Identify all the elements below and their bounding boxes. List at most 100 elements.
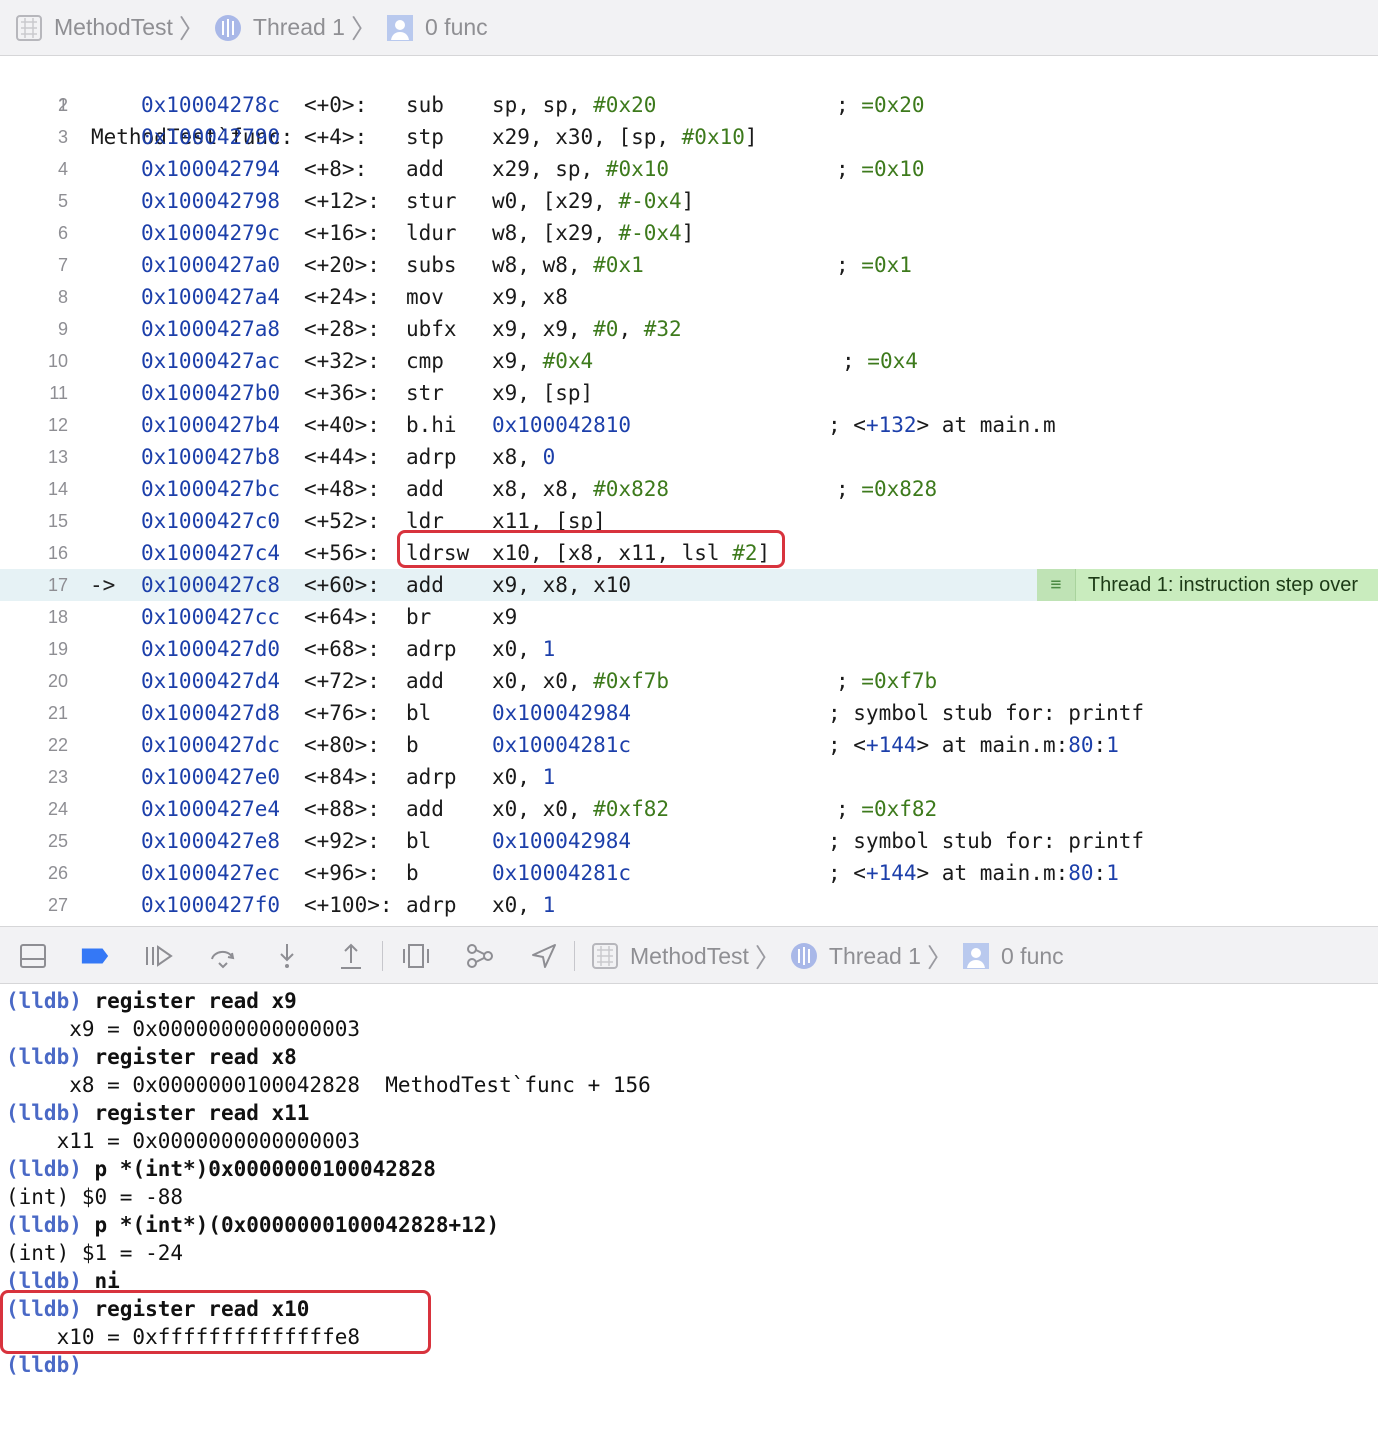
debug-breadcrumb-frame[interactable]: 0 func: [961, 941, 1064, 971]
disasm-row[interactable]: 9 0x1000427a8 <+28>: ubfx x9, x9, #0, #32: [0, 313, 1378, 345]
breadcrumb-project[interactable]: MethodTest: [14, 13, 173, 43]
operand-token: x8, x8,: [492, 477, 594, 501]
list-icon[interactable]: ≡: [1036, 569, 1076, 601]
chevron-right-icon: 〉: [178, 15, 205, 45]
disasm-row[interactable]: 26 0x1000427ec <+96>: b 0x10004281c ; <+144> …: [0, 857, 1378, 889]
disasm-row[interactable]: 11 0x1000427b0 <+36>: str x9, [sp]: [0, 377, 1378, 409]
simulate-location-icon[interactable]: [529, 941, 559, 971]
instruction-offset: <+68>:: [304, 637, 380, 661]
disasm-row-current[interactable]: 17 -> 0x1000427c8 <+60>: add x9, x8, x10 ≡ Thre…: [0, 569, 1378, 601]
disasm-row[interactable]: 8 0x1000427a4 <+24>: mov x9, x8: [0, 281, 1378, 313]
instruction-offset: <+12>:: [304, 189, 380, 213]
disasm-row[interactable]: 10 0x1000427ac <+32>: cmp x9, #0x4; =0x4: [0, 345, 1378, 377]
line-number: 26: [47, 863, 68, 883]
comment-token: > at main.m:: [916, 861, 1069, 885]
instruction-comment: ; =0x4: [842, 345, 918, 377]
comment-token: 1: [1106, 861, 1119, 885]
operand-token: x8,: [492, 445, 543, 469]
thread-icon: [213, 13, 243, 43]
operand-token: #0x10: [605, 157, 670, 181]
operand-token: x9: [492, 605, 518, 629]
disasm-row[interactable]: 22 0x1000427dc <+80>: b 0x10004281c ; <+144> …: [0, 729, 1378, 761]
instruction-address: 0x10004279c: [141, 221, 281, 245]
disasm-row[interactable]: 13 0x1000427b8 <+44>: adrp x8, 0: [0, 441, 1378, 473]
instruction-address: 0x1000427d4: [141, 669, 281, 693]
instruction-operands: 0x10004281c: [492, 729, 631, 761]
lldb-prompt: (lldb): [6, 1353, 82, 1377]
instruction-mnemonic: add: [406, 797, 444, 821]
disasm-row[interactable]: 4 0x100042794 <+8>: add x29, sp, #0x10; =0x1…: [0, 153, 1378, 185]
lldb-prompt: (lldb): [6, 1213, 82, 1237]
step-into-icon[interactable]: [272, 941, 302, 971]
line-number: 2: [57, 95, 68, 115]
disasm-row[interactable]: 3 0x100042790 <+4>: stp x29, x30, [sp, #0x10…: [0, 121, 1378, 153]
breadcrumb-thread[interactable]: Thread 1: [213, 13, 345, 43]
line-number: 23: [47, 767, 68, 787]
instruction-operands: w8, [x29, #-0x4]: [492, 217, 694, 249]
instruction-operands: x29, x30, [sp, #0x10]: [492, 121, 758, 153]
disasm-row[interactable]: 7 0x1000427a0 <+20>: subs w8, w8, #0x1; =0x1: [0, 249, 1378, 281]
disasm-row[interactable]: 18 0x1000427cc <+64>: br x9: [0, 601, 1378, 633]
instruction-address: 0x1000427dc: [141, 733, 281, 757]
instruction-mnemonic: ubfx: [406, 317, 457, 341]
step-out-icon[interactable]: [336, 941, 366, 971]
breadcrumb-frame[interactable]: 0 func: [385, 13, 488, 43]
disasm-row[interactable]: 27 0x1000427f0 <+100>: adrp x0, 1: [0, 889, 1378, 921]
instruction-mnemonic: b: [406, 861, 419, 885]
line-number: 6: [57, 223, 68, 243]
operand-token: x0, x0,: [492, 669, 594, 693]
comment-token: ;: [836, 253, 862, 277]
disasm-row[interactable]: 14 0x1000427bc <+48>: add x8, x8, #0x828; =0…: [0, 473, 1378, 505]
lldb-output: x8 = 0x0000000100042828 MethodTest`func …: [6, 1073, 651, 1097]
breakpoints-toggle-icon[interactable]: [80, 941, 110, 971]
line-number: 21: [47, 703, 68, 723]
disasm-row[interactable]: 25 0x1000427e8 <+92>: bl 0x100042984 ; symbol…: [0, 825, 1378, 857]
disasm-row[interactable]: 24 0x1000427e4 <+88>: add x0, x0, #0xf82; =0…: [0, 793, 1378, 825]
continue-icon[interactable]: [144, 941, 174, 971]
instruction-offset: <+28>:: [304, 317, 380, 341]
instruction-address: 0x1000427c8: [141, 573, 281, 597]
line-number: 14: [47, 479, 68, 499]
thread-stop-badge[interactable]: ≡ Thread 1: instruction step over: [1036, 569, 1378, 601]
disasm-row[interactable]: 5 0x100042798 <+12>: stur w0, [x29, #-0x4]: [0, 185, 1378, 217]
instruction-mnemonic: br: [406, 605, 432, 629]
hide-debug-area-icon[interactable]: [18, 941, 48, 971]
instruction-offset: <+76>:: [304, 701, 380, 725]
console-command-line: (lldb) register read x9: [6, 987, 297, 1015]
lldb-prompt: (lldb): [6, 1101, 82, 1125]
disasm-row[interactable]: 2 0x10004278c <+0>: sub sp, sp, #0x20; =0x20: [0, 89, 1378, 121]
comment-token: :: [1093, 861, 1107, 885]
instruction-address: 0x100042790: [141, 125, 281, 149]
step-over-icon[interactable]: [208, 941, 238, 971]
instruction-mnemonic: adrp: [406, 893, 457, 917]
debug-breadcrumb-project[interactable]: MethodTest: [590, 941, 749, 971]
operand-token: x29, sp,: [492, 157, 606, 181]
disasm-row[interactable]: 6 0x10004279c <+16>: ldur w8, [x29, #-0x4]: [0, 217, 1378, 249]
memory-graph-icon[interactable]: [465, 941, 495, 971]
disasm-row[interactable]: 23 0x1000427e0 <+84>: adrp x0, 1: [0, 761, 1378, 793]
line-number: 13: [47, 447, 68, 467]
comment-token: =0xf7b: [861, 669, 938, 693]
instruction-operands: 0x100042810: [492, 409, 631, 441]
disasm-row[interactable]: 20 0x1000427d4 <+72>: add x0, x0, #0xf7b; =0…: [0, 665, 1378, 697]
view-hierarchy-icon[interactable]: [401, 941, 431, 971]
lldb-console[interactable]: (lldb) register read x9 x9 = 0x000000000…: [0, 985, 1378, 1438]
operand-token: 0: [542, 445, 556, 469]
instruction-offset: <+84>:: [304, 765, 380, 789]
disasm-row[interactable]: 21 0x1000427d8 <+76>: bl 0x100042984 ; symbol…: [0, 697, 1378, 729]
operand-token: #32: [643, 317, 682, 341]
instruction-mnemonic: add: [406, 477, 444, 501]
instruction-offset: <+96>:: [304, 861, 380, 885]
instruction-address: 0x1000427a0: [141, 253, 281, 277]
disasm-row[interactable]: 12 0x1000427b4 <+40>: b.hi 0x100042810 ; <+13…: [0, 409, 1378, 441]
disassembly-view[interactable]: 1 MethodTest`func: 2 0x10004278c <+0>: sub s…: [0, 57, 1378, 925]
comment-token: > at main.m:: [916, 733, 1069, 757]
disasm-row[interactable]: 19 0x1000427d0 <+68>: adrp x0, 1: [0, 633, 1378, 665]
instruction-comment: ; <+132> at main.m: [828, 409, 1056, 441]
instruction-offset: <+16>:: [304, 221, 380, 245]
instruction-comment: ; =0x10: [836, 153, 925, 185]
instruction-offset: <+24>:: [304, 285, 380, 309]
instruction-address: 0x1000427d8: [141, 701, 281, 725]
debug-breadcrumb-thread[interactable]: Thread 1: [789, 941, 921, 971]
comment-token: 80: [1068, 733, 1094, 757]
